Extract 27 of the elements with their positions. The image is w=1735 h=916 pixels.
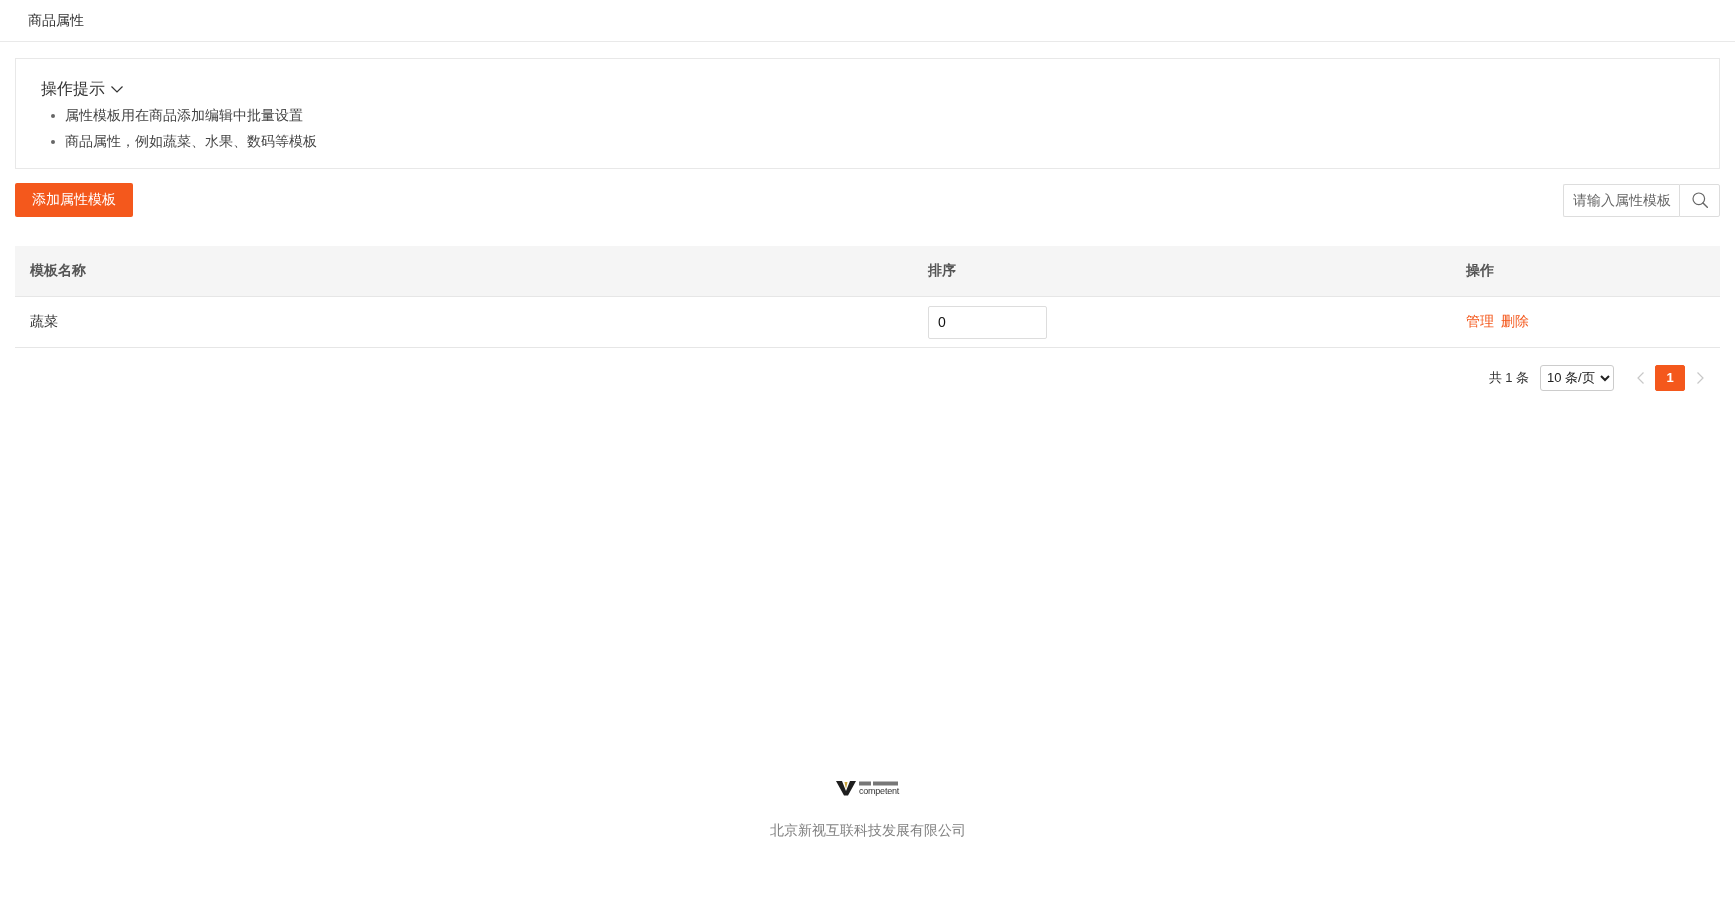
search-icon (1691, 192, 1708, 208)
bullet-icon (51, 140, 55, 144)
action-link[interactable]: 管理 (1466, 313, 1494, 331)
chevron-down-icon[interactable] (111, 85, 123, 93)
action-link[interactable]: 删除 (1501, 313, 1529, 331)
column-header: 模板名称 (30, 262, 86, 280)
tip-text: 商品属性，例如蔬菜、水果、数码等模板 (65, 133, 317, 151)
page-title: 商品属性 (28, 11, 84, 30)
bullet-icon (51, 114, 55, 118)
column-header: 排序 (928, 262, 956, 280)
company-name: 北京新视互联科技发展有限公司 (769, 822, 966, 840)
logo-tagline-icon (858, 780, 899, 786)
template-name-text: 蔬菜 (30, 313, 58, 331)
page-button[interactable]: 1 (1655, 364, 1685, 391)
add-template-button[interactable]: 添加属性模板 (15, 183, 133, 217)
search-button[interactable] (1679, 183, 1720, 217)
logo-v-icon (835, 780, 856, 796)
chevron-left-icon (1636, 371, 1644, 384)
sort-input[interactable]: 0 (928, 305, 1047, 339)
total-count-text: 共 1 条 (1488, 368, 1529, 387)
column-header: 操作 (1466, 262, 1494, 280)
tip-text: 属性模板用在商品添加编辑中批量设置 (65, 107, 303, 125)
chevron-right-icon (1696, 371, 1704, 384)
logo-wordmark: competent (858, 786, 900, 796)
page-size-select[interactable]: 10 条/页 (1540, 364, 1614, 391)
tips-title: 操作提示 (41, 78, 105, 99)
search-field[interactable]: 请输入属性模板 (1563, 183, 1679, 217)
